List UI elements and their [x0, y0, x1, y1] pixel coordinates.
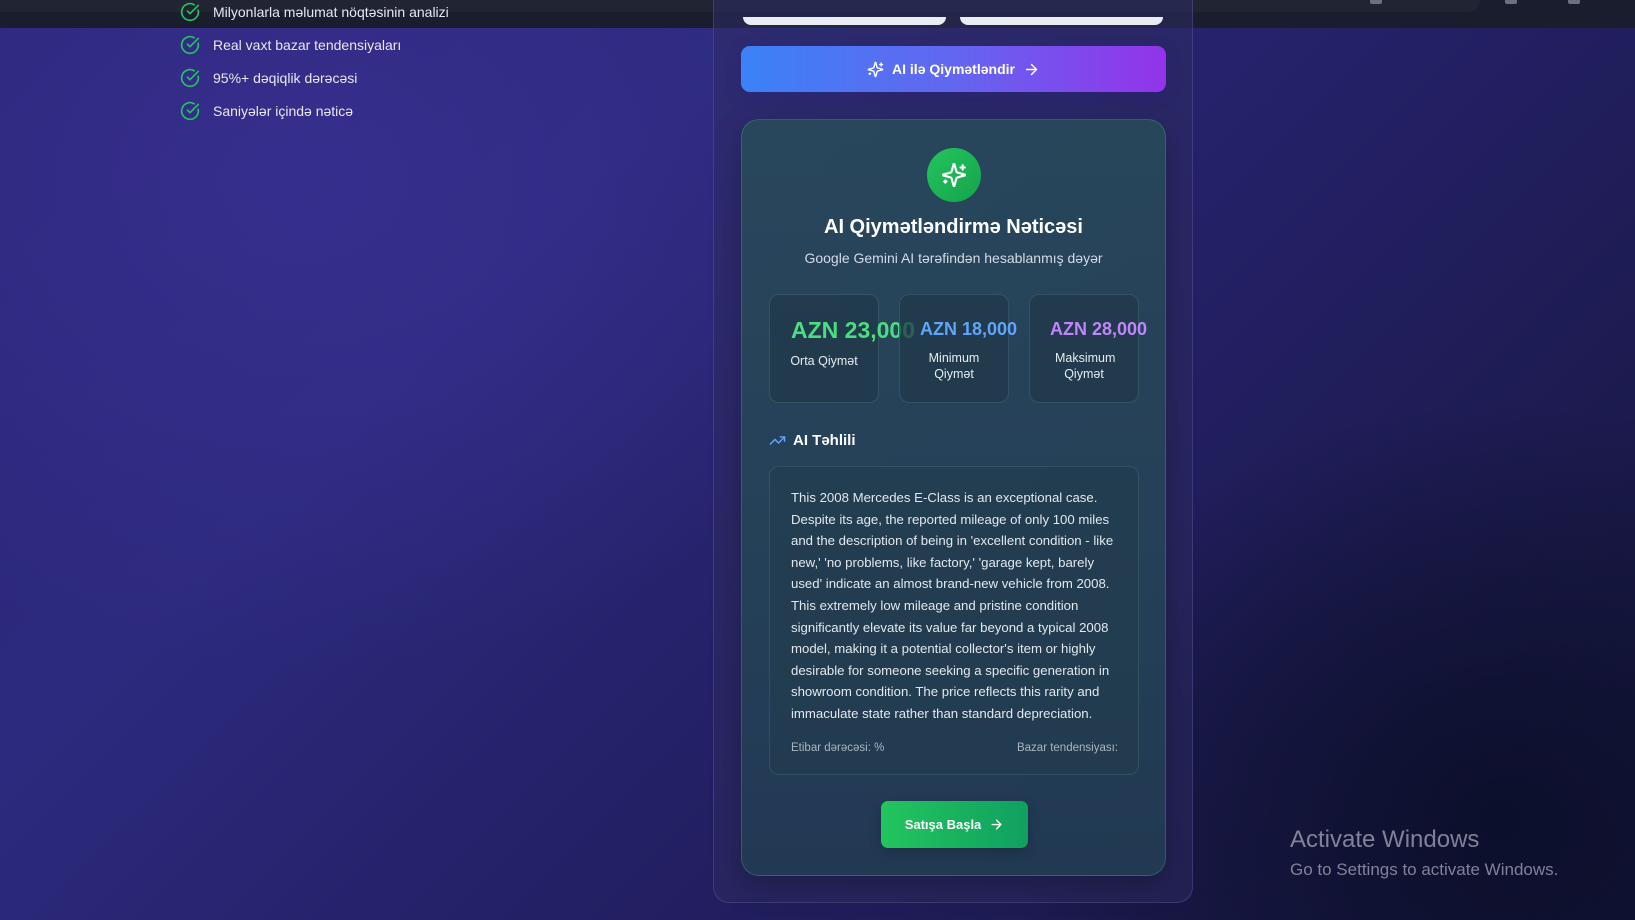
arrow-right-icon [1025, 63, 1038, 75]
check-circle-icon [180, 68, 200, 87]
arrow-right-icon [991, 819, 1002, 830]
stat-average: AZN 23,000 Orta Qiymət [769, 294, 915, 403]
feature-item: Milyonlarla məlumat nöqtəsinin analizi [180, 0, 449, 28]
analysis-title: AI Təhlili [793, 432, 856, 449]
feature-item: 95%+ dəqiqlik dərəcəsi [180, 61, 449, 94]
stat-maximum: AZN 28,000 Maksimum Qiymət [1029, 294, 1147, 403]
valuation-result-panel: AI Qiymətləndirmə Nəticəsi Google Gemini… [741, 119, 1166, 876]
stat-minimum-value: AZN 18,000 [920, 319, 1018, 339]
start-selling-button[interactable]: Satışa Başla [881, 801, 1028, 848]
stat-maximum-label: Maksimum Qiymət [1055, 351, 1116, 381]
analysis-heading: AI Təhlili [769, 432, 856, 449]
check-circle-icon [180, 35, 200, 54]
sparkles-icon [867, 61, 884, 77]
windows-activation-watermark: Activate Windows Go to Settings to activ… [1290, 826, 1558, 880]
form-field[interactable] [743, 17, 946, 25]
check-circle-icon [180, 2, 200, 21]
market-trend-label: Bazar tendensiyası: [1016, 742, 1118, 754]
stat-average-value: AZN 23,000 [791, 317, 916, 343]
trending-up-icon [769, 436, 786, 445]
feature-list: Milyonlarla məlumat nöqtəsinin analizi R… [180, 2, 449, 127]
watermark-title: Activate Windows [1290, 826, 1480, 853]
tray-icon[interactable] [1505, 0, 1517, 4]
result-title: AI Qiymətləndirmə Nəticəsi [824, 216, 1083, 238]
sparkles-icon [941, 162, 967, 188]
tray-icon[interactable] [1568, 0, 1580, 4]
analysis-text: This 2008 Mercedes E-Class is an excepti… [791, 490, 1114, 721]
ai-valuate-label: AI ilə Qiymətləndir [892, 61, 1015, 77]
stat-minimum: AZN 18,000 Minimum Qiymət [899, 294, 1017, 403]
watermark-subtitle: Go to Settings to activate Windows. [1290, 860, 1559, 879]
analysis-box: This 2008 Mercedes E-Class is an excepti… [769, 466, 1139, 775]
confidence-label: Etibar dərəcəsi: % [791, 742, 885, 754]
ai-valuate-button[interactable]: AI ilə Qiymətləndir [741, 46, 1166, 92]
tray-icon[interactable] [1370, 0, 1382, 4]
feature-label: 95%+ dəqiqlik dərəcəsi [213, 69, 358, 86]
check-circle-icon [180, 101, 200, 120]
stat-maximum-value: AZN 28,000 [1050, 319, 1148, 339]
feature-label: Milyonlarla məlumat nöqtəsinin analizi [213, 3, 449, 20]
result-badge [927, 148, 981, 202]
feature-item: Real vaxt bazar tendensiyaları [180, 28, 449, 61]
start-selling-label: Satışa Başla [904, 817, 982, 832]
stat-minimum-label: Minimum Qiymət [928, 351, 980, 381]
result-subtitle: Google Gemini AI tərəfindən hesablanmış … [804, 250, 1103, 266]
feature-item: Saniyələr içində nəticə [180, 94, 449, 127]
stat-average-label: Orta Qiymət [790, 354, 858, 368]
feature-label: Saniyələr içində nəticə [213, 102, 354, 119]
feature-label: Real vaxt bazar tendensiyaları [213, 36, 402, 53]
form-field[interactable] [960, 17, 1163, 25]
